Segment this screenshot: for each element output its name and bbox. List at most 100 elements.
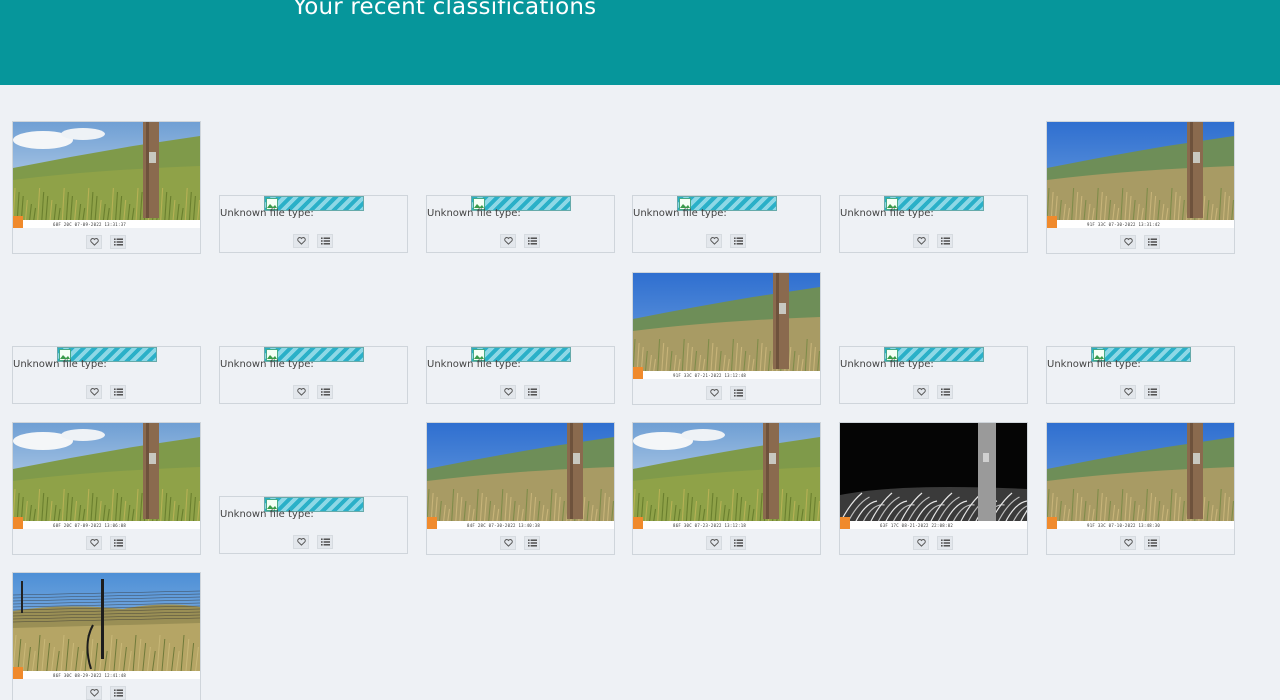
- add-to-collection-button[interactable]: [1144, 536, 1160, 550]
- camera-info-strip: 86F 30C 07-23-2022 13:12:18: [673, 523, 747, 528]
- favorite-button[interactable]: [913, 536, 929, 550]
- card-actions: [13, 235, 200, 249]
- add-to-collection-button[interactable]: [524, 234, 540, 248]
- heart-icon: [503, 388, 513, 396]
- add-to-collection-button[interactable]: [730, 234, 746, 248]
- heart-icon: [916, 237, 926, 245]
- classification-card[interactable]: 91F 33C 07-10-2022 13:48:30: [1046, 422, 1235, 555]
- add-to-collection-button[interactable]: [730, 386, 746, 400]
- add-to-collection-button[interactable]: [317, 234, 333, 248]
- list-icon: [733, 237, 743, 245]
- card-actions: [13, 536, 200, 550]
- classification-card[interactable]: Unknown file type:: [426, 346, 615, 404]
- subject-image[interactable]: 86F 30C 08-29-2022 12:41:48: [13, 573, 200, 679]
- add-to-collection-button[interactable]: [1144, 385, 1160, 399]
- unknown-file-type-label: Unknown file type:: [427, 208, 521, 219]
- card-actions: [13, 686, 200, 700]
- favorite-button[interactable]: [706, 386, 722, 400]
- favorite-button[interactable]: [1120, 235, 1136, 249]
- classification-card[interactable]: 91F 33C 07-21-2022 13:12:48: [632, 272, 821, 405]
- unknown-file-type-label: Unknown file type:: [220, 359, 314, 370]
- heart-icon: [709, 539, 719, 547]
- card-actions: [13, 385, 200, 399]
- subject-image[interactable]: 91F 33C 07-30-2022 13:31:42: [1047, 122, 1234, 228]
- list-icon: [113, 689, 123, 697]
- list-icon: [1147, 238, 1157, 246]
- classification-card[interactable]: Unknown file type:: [426, 195, 615, 253]
- classification-card[interactable]: Unknown file type:: [632, 195, 821, 253]
- add-to-collection-button[interactable]: [110, 536, 126, 550]
- add-to-collection-button[interactable]: [110, 235, 126, 249]
- classification-card[interactable]: 68F 20C 07-09-2022 13:06:08: [12, 422, 201, 555]
- page-header: Your recent classifications: [0, 0, 1280, 85]
- card-actions: [633, 234, 820, 248]
- card-actions: [220, 234, 407, 248]
- list-icon: [733, 389, 743, 397]
- subject-image[interactable]: 63F 17C 08-21-2022 22:08:02: [840, 423, 1027, 529]
- list-icon: [1147, 388, 1157, 396]
- favorite-button[interactable]: [500, 536, 516, 550]
- subject-image[interactable]: 68F 20C 07-09-2022 13:31:37: [13, 122, 200, 228]
- add-to-collection-button[interactable]: [1144, 235, 1160, 249]
- classification-card[interactable]: 86F 30C 08-29-2022 12:41:48: [12, 572, 201, 700]
- unknown-file-preview: Unknown file type:: [13, 347, 200, 371]
- favorite-button[interactable]: [913, 234, 929, 248]
- card-actions: [840, 234, 1027, 248]
- classification-card[interactable]: Unknown file type:: [839, 195, 1028, 253]
- add-to-collection-button[interactable]: [937, 385, 953, 399]
- favorite-button[interactable]: [706, 234, 722, 248]
- subject-image[interactable]: 68F 20C 07-09-2022 13:06:08: [13, 423, 200, 529]
- classification-card[interactable]: Unknown file type:: [219, 346, 408, 404]
- unknown-file-preview: Unknown file type:: [427, 196, 614, 220]
- favorite-button[interactable]: [293, 234, 309, 248]
- classification-card[interactable]: 91F 33C 07-30-2022 13:31:42: [1046, 121, 1235, 254]
- classification-card[interactable]: Unknown file type:: [219, 496, 408, 554]
- subject-image[interactable]: 91F 33C 07-10-2022 13:48:30: [1047, 423, 1234, 529]
- classification-card[interactable]: Unknown file type:: [12, 346, 201, 404]
- add-to-collection-button[interactable]: [524, 536, 540, 550]
- unknown-file-preview: Unknown file type:: [220, 497, 407, 521]
- classification-card[interactable]: Unknown file type:: [1046, 346, 1235, 404]
- favorite-button[interactable]: [86, 385, 102, 399]
- unknown-file-type-label: Unknown file type:: [13, 359, 107, 370]
- add-to-collection-button[interactable]: [317, 535, 333, 549]
- favorite-button[interactable]: [86, 686, 102, 700]
- favorite-button[interactable]: [706, 536, 722, 550]
- classification-card[interactable]: 86F 30C 07-23-2022 13:12:18: [632, 422, 821, 555]
- unknown-file-type-label: Unknown file type:: [220, 208, 314, 219]
- add-to-collection-button[interactable]: [524, 385, 540, 399]
- favorite-button[interactable]: [500, 234, 516, 248]
- camera-info-strip: 68F 20C 07-09-2022 13:31:37: [53, 222, 127, 227]
- classification-card[interactable]: Unknown file type:: [839, 346, 1028, 404]
- card-actions: [840, 536, 1027, 550]
- card-actions: [1047, 385, 1234, 399]
- classification-card[interactable]: 63F 17C 08-21-2022 22:08:02: [839, 422, 1028, 555]
- favorite-button[interactable]: [86, 536, 102, 550]
- classification-card[interactable]: 84F 28C 07-30-2022 13:40:38: [426, 422, 615, 555]
- favorite-button[interactable]: [293, 385, 309, 399]
- classification-card[interactable]: Unknown file type:: [219, 195, 408, 253]
- unknown-file-preview: Unknown file type:: [1047, 347, 1234, 371]
- favorite-button[interactable]: [86, 235, 102, 249]
- add-to-collection-button[interactable]: [110, 385, 126, 399]
- add-to-collection-button[interactable]: [317, 385, 333, 399]
- subject-image[interactable]: 91F 33C 07-21-2022 13:12:48: [633, 273, 820, 379]
- favorite-button[interactable]: [1120, 536, 1136, 550]
- add-to-collection-button[interactable]: [937, 536, 953, 550]
- camera-info-strip: 91F 33C 07-30-2022 13:31:42: [1087, 222, 1161, 227]
- favorite-button[interactable]: [913, 385, 929, 399]
- favorite-button[interactable]: [293, 535, 309, 549]
- add-to-collection-button[interactable]: [937, 234, 953, 248]
- add-to-collection-button[interactable]: [110, 686, 126, 700]
- heart-icon: [1123, 388, 1133, 396]
- favorite-button[interactable]: [500, 385, 516, 399]
- classification-card[interactable]: 68F 20C 07-09-2022 13:31:37: [12, 121, 201, 254]
- list-icon: [113, 388, 123, 396]
- list-icon: [1147, 539, 1157, 547]
- subject-image[interactable]: 86F 30C 07-23-2022 13:12:18: [633, 423, 820, 529]
- favorite-button[interactable]: [1120, 385, 1136, 399]
- list-icon: [733, 539, 743, 547]
- unknown-file-type-label: Unknown file type:: [840, 208, 934, 219]
- subject-image[interactable]: 84F 28C 07-30-2022 13:40:38: [427, 423, 614, 529]
- add-to-collection-button[interactable]: [730, 536, 746, 550]
